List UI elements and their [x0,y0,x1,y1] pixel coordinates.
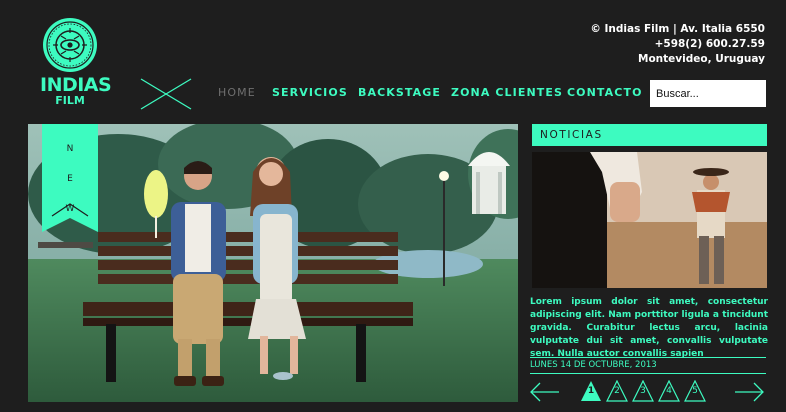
page-2[interactable]: 2 [606,380,628,402]
page-4[interactable]: 4 [658,380,680,402]
page-label: 3 [640,386,646,396]
hero-slide[interactable]: N E W [28,124,518,402]
contact-city: Montevideo, Uruguay [638,53,765,65]
indias-seal-icon [43,18,97,72]
contact-phone: +598(2) 600.27.59 [654,38,765,50]
nav-zona-clientes[interactable]: ZONA CLIENTES [451,86,563,99]
page-label: 2 [614,386,620,396]
nav-home[interactable]: HOME [218,86,256,99]
main-nav: HOME SERVICIOS BACKSTAGE ZONA CLIENTES C… [0,86,643,102]
page-3[interactable]: 3 [632,380,654,402]
page-label: 1 [587,386,595,396]
page-1[interactable]: 1 [580,380,602,402]
news-excerpt: Lorem ipsum dolor sit amet, consectetur … [530,297,768,359]
news-date: LUNES 14 DE OCTUBRE, 2013 [530,357,766,374]
page-label: 4 [666,386,672,396]
news-header: NOTICIAS [532,124,767,146]
news-pager: 1 2 3 4 5 [528,380,768,404]
page-label: 5 [692,386,698,396]
new-badge: N E W [42,124,98,232]
arrow-right-icon[interactable] [734,382,764,402]
page-5[interactable]: 5 [684,380,706,402]
nav-contacto[interactable]: CONTACTO [567,86,643,99]
search-input[interactable] [650,80,766,107]
arrow-left-icon[interactable] [530,382,560,402]
news-photo [532,152,767,288]
news-image[interactable] [532,152,767,288]
nav-backstage[interactable]: BACKSTAGE [358,86,441,99]
hero-image [28,124,518,402]
contact-info: © Indias Film | Av. Italia 6550 +598(2) … [590,22,765,67]
new-badge-label: N E W [65,144,75,214]
contact-address: © Indias Film | Av. Italia 6550 [590,23,765,35]
nav-servicios[interactable]: SERVICIOS [272,86,348,99]
